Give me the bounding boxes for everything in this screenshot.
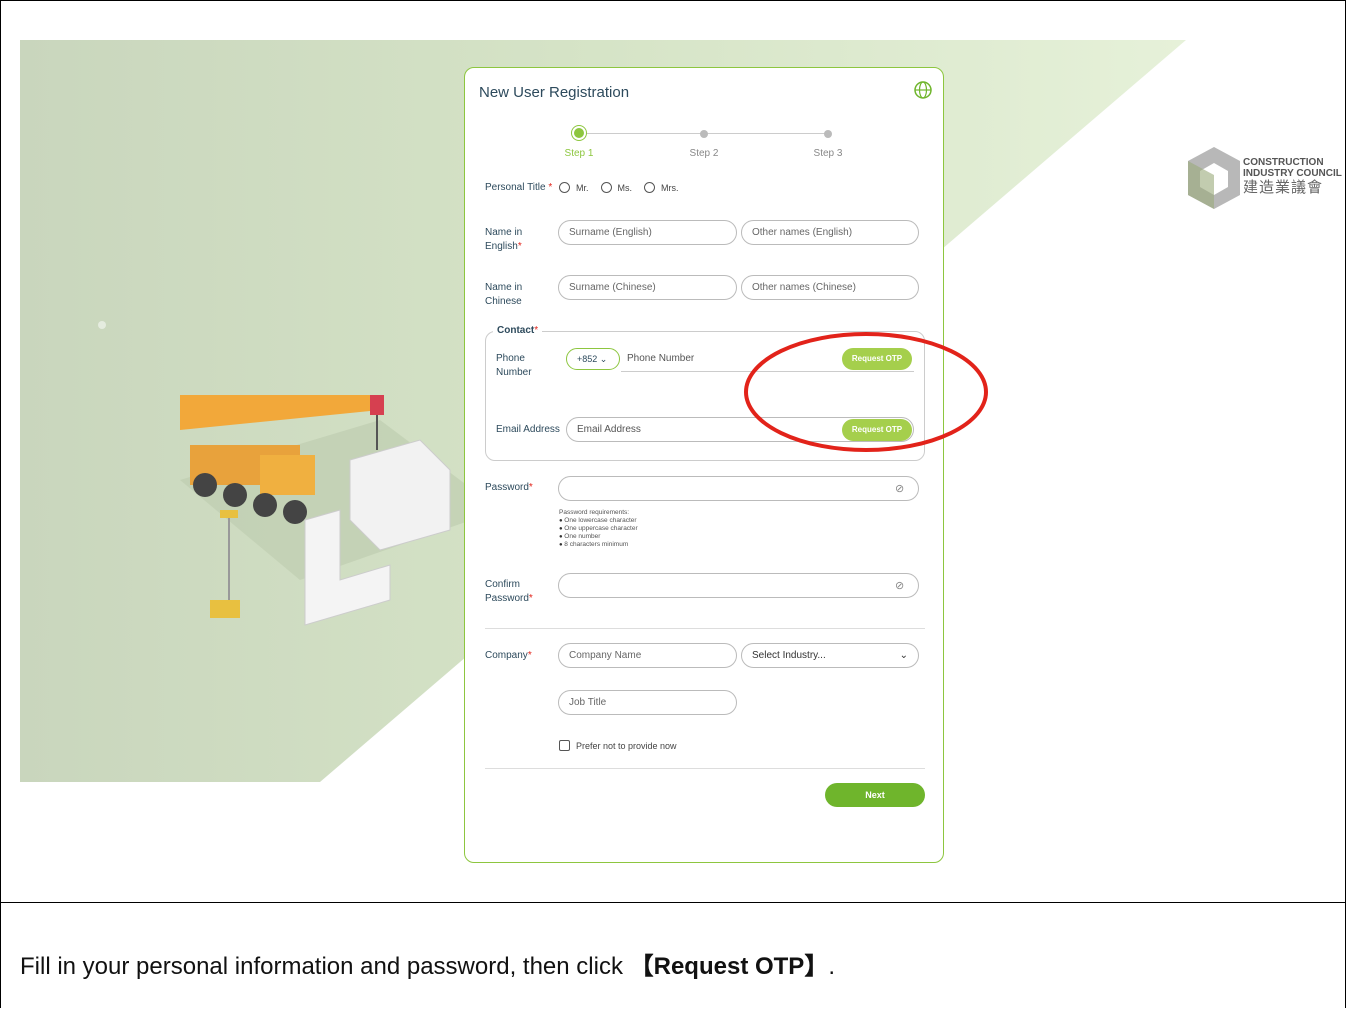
contact-legend: Contact* [493,325,543,336]
radio-mrs-label: Mrs. [661,182,679,193]
radio-ms-label: Ms. [617,182,633,193]
prefer-not-label: Prefer not to provide now [576,740,677,751]
chevron-down-icon: ⌄ [599,354,608,364]
step-2-dot [700,130,708,138]
annotation-ellipse [744,332,988,452]
name-chinese-label: Name in Chinese [485,282,523,307]
personal-title-options: Mr. Ms. Mrs. [559,182,679,193]
step-3-label: Step 3 [813,148,843,159]
section-divider [485,768,925,769]
divider-line [0,902,1346,903]
job-title-input[interactable]: Job Title [558,690,737,715]
confirm-password-input[interactable] [558,573,919,598]
next-button[interactable]: Next [825,783,925,807]
password-label: Password* [485,482,533,493]
globe-icon[interactable] [913,80,933,100]
step-3-dot [824,130,832,138]
surname-english-input[interactable]: Surname (English) [558,220,737,245]
requirement-item: One lowercase character [559,517,638,525]
eye-off-icon[interactable]: ⊘ [895,482,904,495]
industry-select[interactable]: Select Industry... ⌄ [741,643,919,668]
cic-logo-icon [1188,147,1240,209]
section-divider [485,628,925,629]
radio-ms[interactable] [600,182,612,193]
other-names-chinese-input[interactable]: Other names (Chinese) [741,275,919,300]
stepper: Step 1 Step 2 Step 3 [465,122,945,162]
step-1-dot [574,128,584,138]
company-name-input[interactable]: Company Name [558,643,737,668]
name-english-label: Name in English* [485,227,523,252]
requirement-item: One number [559,533,638,541]
company-label: Company* [485,650,532,661]
password-requirements: Password requirements: One lowercase cha… [559,509,638,549]
personal-title-label: Personal Title * [485,182,553,193]
prefer-not-checkbox[interactable] [559,740,570,751]
other-names-english-input[interactable]: Other names (English) [741,220,919,245]
phone-label: Phone Number [496,353,532,378]
chevron-down-icon: ⌄ [899,650,908,661]
country-code-select[interactable]: +852 ⌄ [566,348,620,370]
prefer-not-checkbox-row[interactable]: Prefer not to provide now [559,740,677,751]
step-2-label: Step 2 [689,148,719,159]
requirement-item: One uppercase character [559,525,637,533]
step-connector [583,133,703,134]
step-connector [707,133,827,134]
radio-mrs[interactable] [644,182,655,193]
brand-name: CONSTRUCTION INDUSTRY COUNCIL 建造業議會 [1243,157,1342,196]
step-1-label: Step 1 [564,148,594,159]
confirm-password-label: Confirm Password* [485,579,533,604]
instruction-caption: Fill in your personal information and pa… [20,953,835,980]
registration-card: New User Registration Step 1 Step 2 Step… [464,67,944,863]
requirement-item: 8 characters minimum [559,541,638,549]
radio-mr-label: Mr. [576,182,589,193]
password-input[interactable] [558,476,919,501]
email-label: Email Address [496,424,560,435]
eye-off-icon[interactable]: ⊘ [895,579,904,592]
surname-chinese-input[interactable]: Surname (Chinese) [558,275,737,300]
radio-mr[interactable] [559,182,570,193]
page-title: New User Registration [479,84,630,101]
